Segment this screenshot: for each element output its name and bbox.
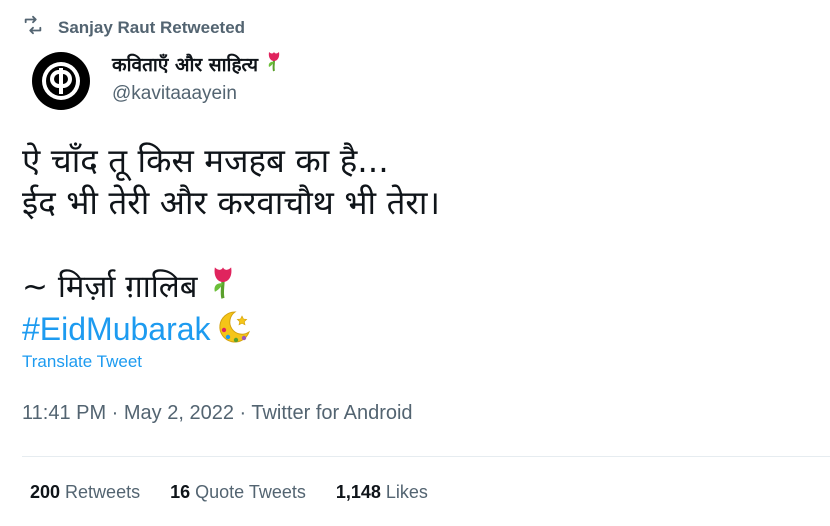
likes-label: Likes [385,482,428,502]
hashtag-line: #EidMubarak [22,308,253,351]
quotes-label: Quote Tweets [195,482,306,502]
tweet-signature: ~ मिर्ज़ा ग़ालिब [22,264,236,308]
avatar[interactable] [32,52,90,110]
divider [22,456,830,457]
author-block[interactable]: कविताएँ और साहित्य @kavitaaayein [32,52,282,110]
tulip-icon [266,50,282,77]
hashtag-link[interactable]: #EidMubarak [22,311,211,348]
display-name-text: कविताएँ और साहित्य [112,53,259,76]
quotes-count: 16 [170,482,191,502]
retweets-count: 200 [30,482,61,502]
retweeted-by-label: Sanjay Raut Retweeted [58,17,246,37]
dp-logo-icon [42,62,80,100]
likes-stat[interactable]: 1,148 Likes [336,482,428,503]
translate-tweet-link[interactable]: Translate Tweet [22,352,142,372]
retweets-stat[interactable]: 200 Retweets [30,482,140,503]
signature-text: ~ मिर्ज़ा ग़ालिब [22,269,198,305]
quote-tweets-stat[interactable]: 16 Quote Tweets [170,482,306,503]
likes-count: 1,148 [335,482,381,502]
author-handle[interactable]: @kavitaaayein [112,83,282,105]
tweet-stats: 200 Retweets 16 Quote Tweets 1,148 Likes [30,482,428,503]
tweet-line-1: ऐ चाँद तू किस मजहब का है... [22,141,389,180]
tulip-icon [210,264,236,308]
tweet-text: ऐ चाँद तू किस मजहब का है... ईद भी तेरी औ… [22,140,440,224]
retweet-context[interactable]: Sanjay Raut Retweeted [22,14,245,41]
display-name[interactable]: कविताएँ और साहित्य [112,50,282,77]
crescent-moon-icon [215,308,253,351]
tweet-meta[interactable]: 11:41 PM · May 2, 2022 · Twitter for And… [22,402,413,425]
retweets-label: Retweets [65,482,141,502]
retweet-icon [22,14,44,41]
tweet-line-2: ईद भी तेरी और करवाचौथ भी तेरा। [22,183,440,222]
